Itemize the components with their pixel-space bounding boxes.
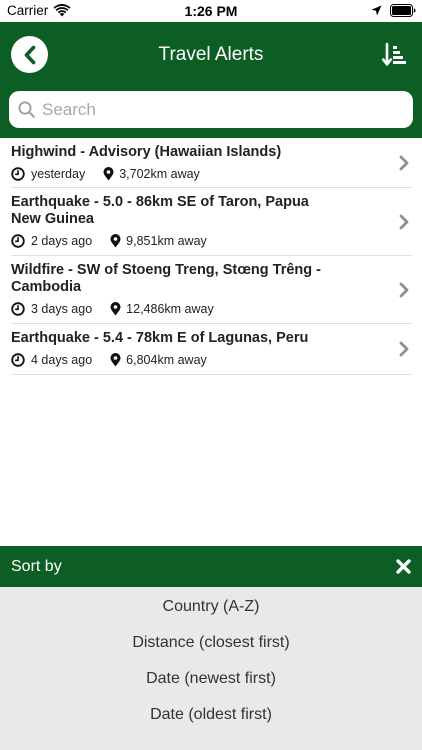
alert-list: Highwind - Advisory (Hawaiian Islands) y… <box>0 138 422 375</box>
close-x-icon[interactable] <box>396 559 411 574</box>
alert-distance: 6,804km away <box>126 353 207 367</box>
alert-title: Wildfire - SW of Stoeng Treng, Stœng Trê… <box>11 262 321 295</box>
alert-time: 4 days ago <box>31 353 93 367</box>
status-bar-right <box>371 4 416 17</box>
alert-meta: 2 days ago 9,851km away <box>11 234 412 248</box>
alert-distance: 3,702km away <box>119 167 200 181</box>
map-pin-icon <box>110 302 121 316</box>
search-input[interactable] <box>40 98 380 121</box>
chevron-right-icon <box>399 282 409 298</box>
chevron-left-icon <box>24 45 35 64</box>
app-header: Travel Alerts <box>0 22 422 138</box>
page-title: Travel Alerts <box>158 44 264 65</box>
map-pin-icon <box>110 353 121 367</box>
alert-time: 3 days ago <box>31 302 93 316</box>
alert-list-item[interactable]: Earthquake - 5.4 - 78km E of Lagunas, Pe… <box>11 324 412 375</box>
sort-option-distance[interactable]: Distance (closest first) <box>0 625 422 661</box>
map-pin-icon <box>110 234 121 248</box>
chevron-right-icon <box>399 341 409 357</box>
clock-icon <box>11 234 25 248</box>
alert-time: yesterday <box>31 167 86 181</box>
clock-icon <box>11 302 25 316</box>
alert-meta: 4 days ago 6,804km away <box>11 353 412 367</box>
battery-icon <box>390 4 416 17</box>
clock-icon <box>11 167 25 181</box>
chevron-right-icon <box>399 214 409 230</box>
alert-list-item[interactable]: Earthquake - 5.0 - 86km SE of Taron, Pap… <box>11 188 412 256</box>
alert-title: Earthquake - 5.0 - 86km SE of Taron, Pap… <box>11 194 309 227</box>
map-pin-icon <box>103 167 114 181</box>
status-bar: Carrier 1:26 PM <box>0 0 422 22</box>
alert-list-item[interactable]: Highwind - Advisory (Hawaiian Islands) y… <box>11 138 412 188</box>
alert-title: Highwind - Advisory (Hawaiian Islands) <box>11 144 282 160</box>
sort-sheet-title: Sort by <box>11 557 62 575</box>
back-button[interactable] <box>11 36 48 73</box>
chevron-right-icon <box>399 155 409 171</box>
clock-icon <box>11 353 25 367</box>
alert-distance: 9,851km away <box>126 234 207 248</box>
sort-options-list: Country (A-Z) Distance (closest first) D… <box>0 587 422 750</box>
alert-distance: 12,486km away <box>126 302 214 316</box>
travel-alerts-screen: Carrier 1:26 PM Travel Alerts Search Hig… <box>0 0 422 750</box>
alert-meta: yesterday 3,702km away <box>11 167 412 181</box>
sort-by-sheet: Sort by Country (A-Z) Distance (closest … <box>0 546 422 750</box>
sort-option-date-oldest[interactable]: Date (oldest first) <box>0 697 422 733</box>
sort-sheet-header: Sort by <box>0 546 422 587</box>
status-time: 1:26 PM <box>184 3 238 19</box>
alert-list-item[interactable]: Wildfire - SW of Stoeng Treng, Stœng Trê… <box>11 256 412 324</box>
alert-time: 2 days ago <box>31 234 93 248</box>
search-bar[interactable] <box>9 91 413 128</box>
search-icon <box>18 101 35 118</box>
sort-descending-icon[interactable] <box>382 42 406 68</box>
location-arrow-icon <box>371 5 382 16</box>
sort-option-country[interactable]: Country (A-Z) <box>0 589 422 625</box>
alert-meta: 3 days ago 12,486km away <box>11 302 412 316</box>
alert-title: Earthquake - 5.4 - 78km E of Lagunas, Pe… <box>11 330 309 346</box>
sort-option-date-newest[interactable]: Date (newest first) <box>0 661 422 697</box>
